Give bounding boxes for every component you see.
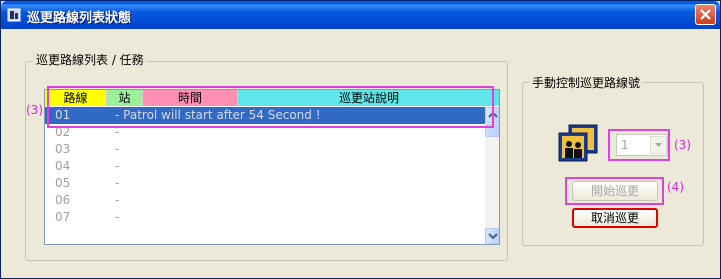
chevron-down-icon <box>488 233 498 240</box>
route-list-legend: 巡更路線列表 / 任務 <box>33 51 147 68</box>
dialog-window: 巡更路線列表狀態 巡更路線列表 / 任務 路線 站 時間 巡更站說明 01- P… <box>0 0 721 279</box>
list-item[interactable]: 06 - <box>45 192 485 209</box>
window-title: 巡更路線列表狀態 <box>27 11 132 26</box>
start-button-annotation: (4) <box>667 180 684 194</box>
list-item[interactable]: 03 - <box>45 141 485 158</box>
scroll-down-button[interactable] <box>485 228 499 244</box>
manual-control-legend: 手動控制巡更路線號 <box>529 74 644 91</box>
app-icon <box>7 8 21 22</box>
list-item[interactable]: 05 - <box>45 175 485 192</box>
list-item[interactable]: 07 - <box>45 209 485 226</box>
route-message-cell: - <box>115 176 120 190</box>
close-icon <box>700 9 711 20</box>
start-button-highlight-box <box>565 177 664 205</box>
row-annotation: (3) <box>26 103 43 117</box>
route-number-cell: 07 <box>55 210 71 224</box>
route-number-cell: 05 <box>55 176 71 190</box>
patrol-guard-icon <box>558 124 598 162</box>
route-number-cell: 03 <box>55 142 71 156</box>
route-message-cell: - <box>115 159 120 173</box>
route-message-cell: - <box>115 193 120 207</box>
combo-highlight-box <box>608 129 670 161</box>
row-highlight-box <box>47 86 494 128</box>
combo-annotation: (3) <box>674 138 691 152</box>
route-number-cell: 06 <box>55 193 71 207</box>
title-bar[interactable]: 巡更路線列表狀態 <box>1 1 720 29</box>
route-message-cell: - <box>115 142 120 156</box>
cancel-patrol-button[interactable]: 取消巡更 <box>572 208 658 228</box>
close-button[interactable] <box>695 4 716 25</box>
route-number-cell: 04 <box>55 159 71 173</box>
route-message-cell: - <box>115 210 120 224</box>
list-item[interactable]: 04 - <box>45 158 485 175</box>
